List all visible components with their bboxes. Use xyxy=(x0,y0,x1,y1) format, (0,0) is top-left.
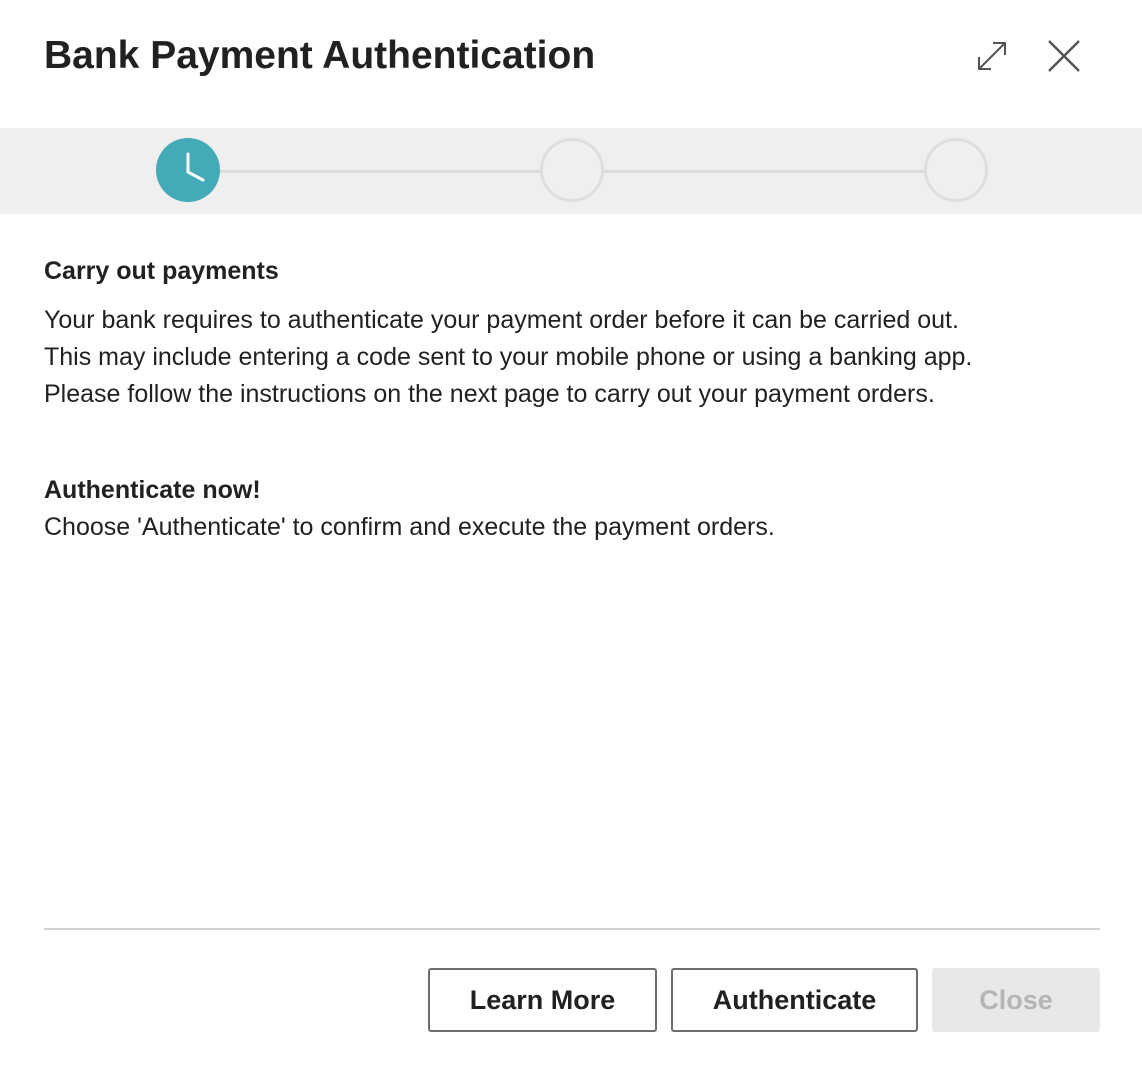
clock-icon xyxy=(186,152,205,182)
authenticate-now-heading: Authenticate now! xyxy=(44,476,261,504)
step-2 xyxy=(540,138,604,202)
text-line: Please follow the instructions on the ne… xyxy=(44,380,935,408)
wizard-progress-stepper xyxy=(0,128,1142,214)
expand-icon xyxy=(978,42,1006,70)
step-connector xyxy=(216,170,544,173)
dialog-title: Bank Payment Authentication xyxy=(44,34,596,77)
step-1-active xyxy=(156,138,220,202)
text-line: Choose 'Authenticate' to confirm and exe… xyxy=(44,513,775,541)
close-icon xyxy=(1048,40,1080,72)
step-3 xyxy=(924,138,988,202)
footer-divider xyxy=(44,928,1100,930)
carry-out-payments-heading: Carry out payments xyxy=(44,257,279,285)
expand-button[interactable] xyxy=(972,36,1012,76)
authenticate-button[interactable]: Authenticate xyxy=(671,968,918,1032)
learn-more-button[interactable]: Learn More xyxy=(428,968,657,1032)
authenticate-now-text: Choose 'Authenticate' to confirm and exe… xyxy=(44,509,775,546)
step-connector xyxy=(600,170,928,173)
text-line: Your bank requires to authenticate your … xyxy=(44,306,959,334)
carry-out-payments-text: Your bank requires to authenticate your … xyxy=(44,302,972,413)
close-button: Close xyxy=(932,968,1100,1032)
text-line: This may include entering a code sent to… xyxy=(44,343,973,371)
close-dialog-button[interactable] xyxy=(1044,36,1084,76)
bank-payment-authentication-dialog: Bank Payment Authentication Carry out pa… xyxy=(0,0,1142,1076)
